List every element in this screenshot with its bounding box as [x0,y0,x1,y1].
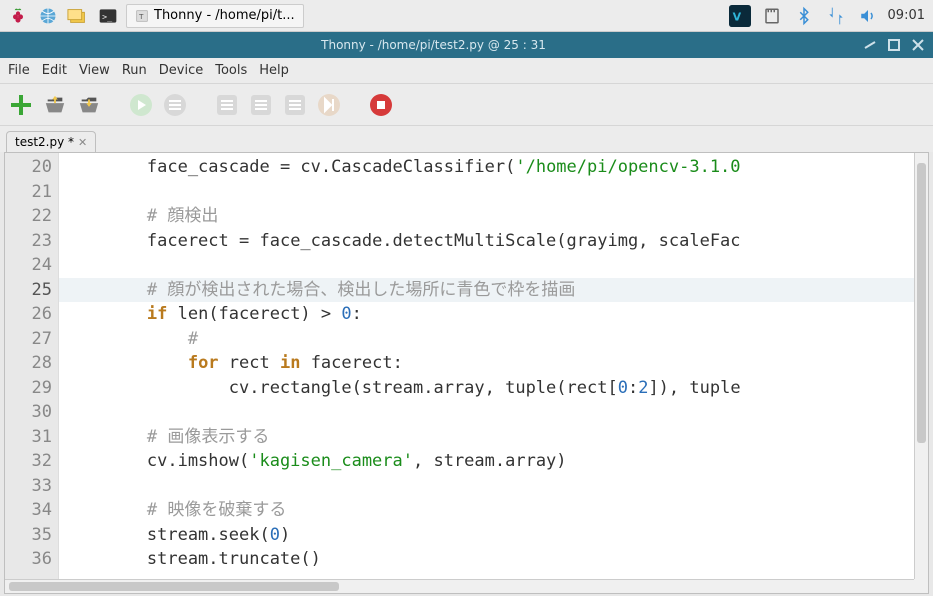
menu-device[interactable]: Device [159,63,203,78]
code-line[interactable]: # [65,327,922,352]
resume-button[interactable] [316,92,342,118]
code-editor[interactable]: 2021222324252627282930313233343536 face_… [4,152,929,594]
line-number: 31 [7,425,52,450]
step-over-button[interactable] [214,92,240,118]
line-number: 35 [7,523,52,548]
code-content[interactable]: face_cascade = cv.CascadeClassifier('/ho… [59,153,928,593]
scroll-corner [914,579,928,593]
menu-run[interactable]: Run [122,63,147,78]
window-minimize-button[interactable] [861,36,879,54]
line-number: 36 [7,547,52,572]
window-title: Thonny - /home/pi/test2.py @ 25 : 31 [6,38,861,52]
code-line[interactable]: face_cascade = cv.CascadeClassifier('/ho… [65,155,922,180]
new-file-button[interactable] [8,92,34,118]
code-line[interactable]: # 映像を破棄する [65,498,922,523]
line-number: 34 [7,498,52,523]
taskbar-task-thonny[interactable]: T Thonny - /home/pi/t... [126,4,304,28]
line-number-gutter: 2021222324252627282930313233343536 [5,153,59,593]
stop-button[interactable] [368,92,394,118]
code-line[interactable]: # 顔検出 [65,204,922,229]
svg-text:V: V [732,10,741,23]
volume-icon[interactable] [856,4,880,28]
line-number: 33 [7,474,52,499]
line-number: 32 [7,449,52,474]
menu-file[interactable]: File [8,63,30,78]
debug-button[interactable] [162,92,188,118]
menu-help[interactable]: Help [259,63,289,78]
tabstrip: test2.py * ✕ [0,126,933,152]
file-manager-icon[interactable] [66,4,90,28]
tab-close-button[interactable]: ✕ [78,136,87,149]
open-file-button[interactable] [42,92,68,118]
line-number: 20 [7,155,52,180]
network-icon[interactable] [824,4,848,28]
line-number: 25 [7,278,52,303]
svg-text:>_: >_ [102,11,113,21]
bluetooth-icon[interactable] [792,4,816,28]
web-browser-icon[interactable] [36,4,60,28]
code-line[interactable]: facerect = face_cascade.detectMultiScale… [65,229,922,254]
save-file-button[interactable] [76,92,102,118]
code-line[interactable]: # 画像表示する [65,425,922,450]
code-line[interactable] [65,474,922,499]
vnc-icon[interactable]: V [728,4,752,28]
line-number: 26 [7,302,52,327]
taskbar-task-label: Thonny - /home/pi/t... [154,8,295,23]
terminal-icon[interactable]: >_ [96,4,120,28]
raspberry-menu-icon[interactable] [6,4,30,28]
line-number: 24 [7,253,52,278]
code-line[interactable] [65,180,922,205]
menu-tools[interactable]: Tools [215,63,247,78]
system-taskbar: >_ T Thonny - /home/pi/t... V 09:01 [0,0,933,32]
code-line[interactable]: for rect in facerect: [65,351,922,376]
line-number: 29 [7,376,52,401]
step-into-button[interactable] [248,92,274,118]
code-line[interactable]: # 顔が検出された場合、検出した場所に青色で枠を描画 [65,278,922,303]
line-number: 28 [7,351,52,376]
horizontal-scrollbar[interactable] [5,579,914,593]
code-line[interactable] [65,400,922,425]
tab-test2[interactable]: test2.py * ✕ [6,131,96,152]
line-number: 30 [7,400,52,425]
window-maximize-button[interactable] [885,36,903,54]
menu-edit[interactable]: Edit [42,63,67,78]
code-line[interactable] [65,253,922,278]
code-line[interactable]: cv.rectangle(stream.array, tuple(rect[0:… [65,376,922,401]
code-line[interactable]: stream.seek(0) [65,523,922,548]
step-out-button[interactable] [282,92,308,118]
run-button[interactable] [128,92,154,118]
code-line[interactable]: cv.imshow('kagisen_camera', stream.array… [65,449,922,474]
toolbar [0,84,933,126]
line-number: 23 [7,229,52,254]
sd-card-icon[interactable] [760,4,784,28]
menubar: File Edit View Run Device Tools Help [0,58,933,84]
svg-text:T: T [138,12,144,20]
window-close-button[interactable] [909,36,927,54]
taskbar-clock[interactable]: 09:01 [888,8,925,23]
menu-view[interactable]: View [79,63,110,78]
tab-label: test2.py * [15,135,74,149]
horizontal-scrollbar-thumb[interactable] [9,582,339,591]
line-number: 21 [7,180,52,205]
code-line[interactable]: stream.truncate() [65,547,922,572]
code-line[interactable]: if len(facerect) > 0: [65,302,922,327]
line-number: 22 [7,204,52,229]
line-number: 27 [7,327,52,352]
window-titlebar: Thonny - /home/pi/test2.py @ 25 : 31 [0,32,933,58]
